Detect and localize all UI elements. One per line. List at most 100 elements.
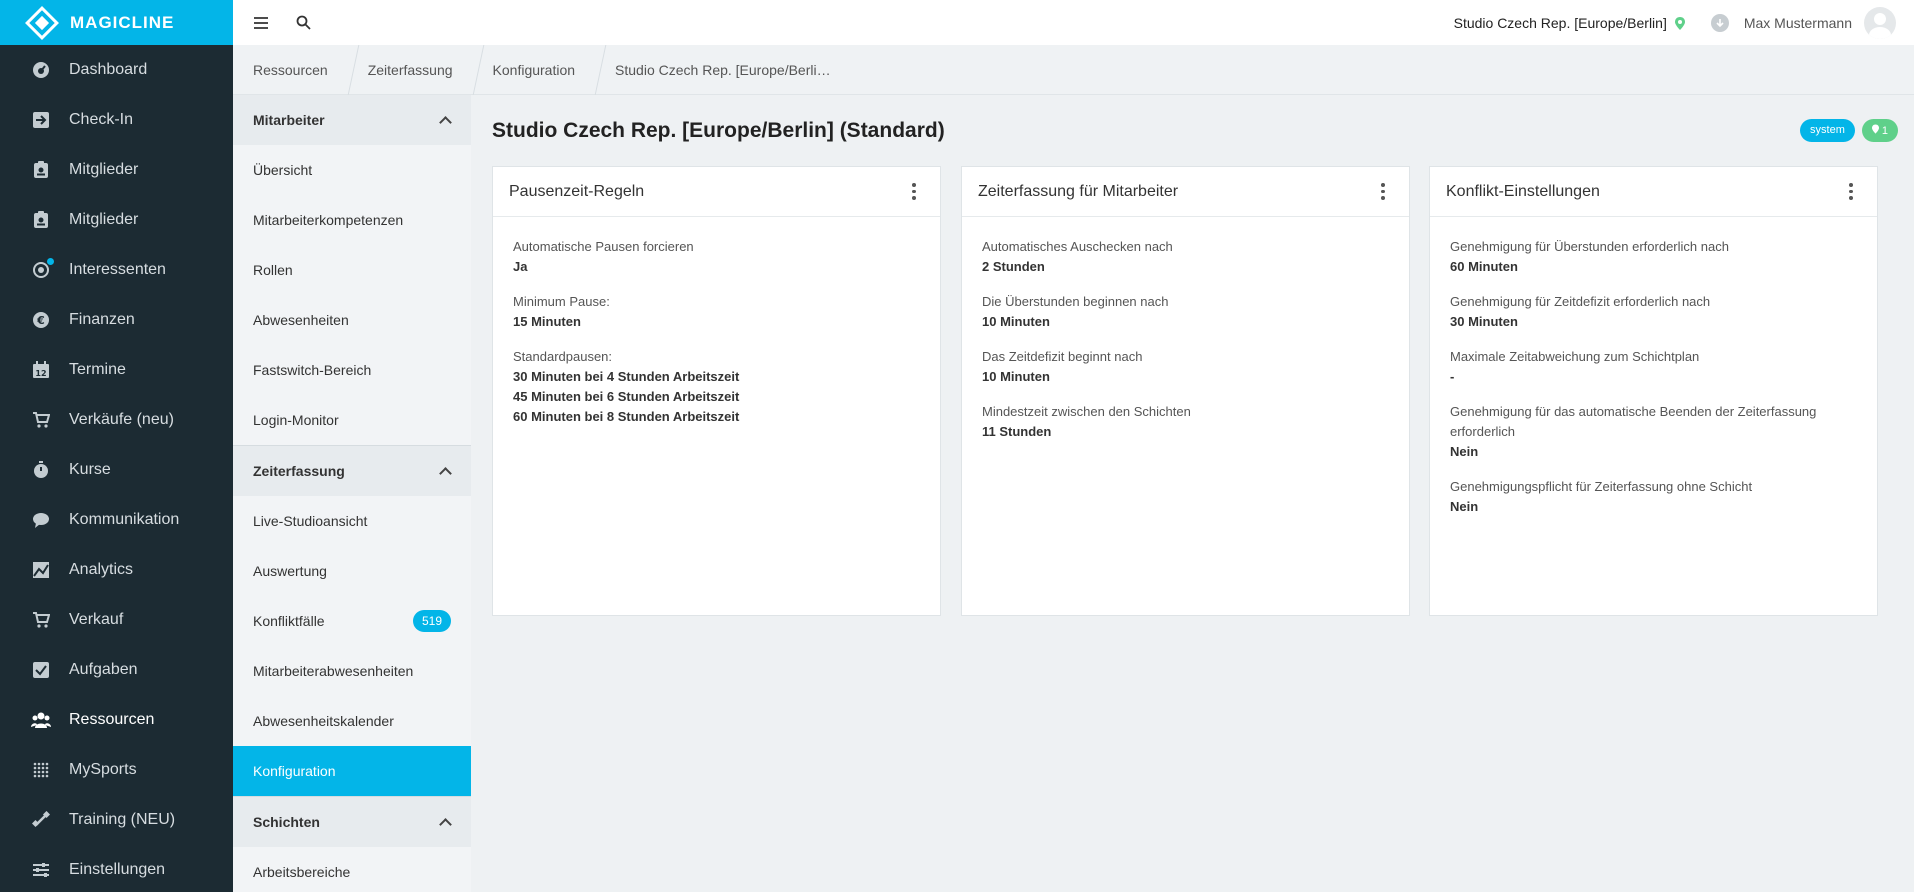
field-value: 15 Minuten [513, 314, 581, 329]
nav-item-mitglieder-2[interactable]: Mitglieder [0, 195, 233, 245]
field-value: 30 Minuten bei 4 Stunden Arbeitszeit [513, 369, 740, 384]
nav-item-kommunikation[interactable]: Kommunikation [0, 495, 233, 545]
breadcrumb-zeiterfassung[interactable]: Zeiterfassung [348, 45, 473, 95]
nav-item-training-neu[interactable]: Training (NEU) [0, 795, 233, 845]
location-pin-icon [1871, 124, 1879, 137]
nav-item-mitglieder[interactable]: Mitglieder [0, 145, 233, 195]
subnav-item-fastswitch-bereich[interactable]: Fastswitch-Bereich [233, 345, 471, 395]
subnav-item-login-monitor[interactable]: Login-Monitor [233, 395, 471, 445]
subnav-item-konfliktfaelle[interactable]: Konfliktfälle 519 [233, 596, 471, 646]
chat-icon [31, 510, 51, 530]
nav-label: Analytics [69, 561, 134, 578]
section-zeiterfassung-header[interactable]: Zeiterfassung [233, 446, 471, 496]
subnav-item-mitarbeiterabwesenheiten[interactable]: Mitarbeiterabwesenheiten [233, 646, 471, 696]
interested-icon [31, 258, 54, 280]
field-label: Maximale Zeitabweichung zum Schichtplan [1450, 349, 1700, 364]
field-label: Genehmigungspflicht für Zeiterfassung oh… [1450, 479, 1753, 494]
card-title: Zeiterfassung für Mitarbeiter [978, 182, 1179, 200]
subnav-label: Abwesenheitskalender [253, 713, 394, 729]
nav-item-finanzen[interactable]: € Finanzen [0, 295, 233, 345]
field-value: 10 Minuten [982, 369, 1050, 384]
field-value: 45 Minuten bei 6 Stunden Arbeitszeit [513, 389, 740, 404]
cart-icon [31, 610, 51, 630]
more-options-icon[interactable] [1841, 182, 1861, 202]
download-icon[interactable] [1710, 13, 1729, 32]
section-title: Zeiterfassung [253, 463, 345, 479]
subnav-item-auswertung[interactable]: Auswertung [233, 546, 471, 596]
nav-item-mysports[interactable]: MySports [0, 745, 233, 795]
nav-label: Training (NEU) [69, 811, 176, 828]
subnav-item-abwesenheitskalender[interactable]: Abwesenheitskalender [233, 696, 471, 746]
dashboard-icon [31, 60, 51, 80]
page-title: Studio Czech Rep. [Europe/Berlin] (Stand… [492, 119, 945, 142]
nav-item-verkaeufe-neu[interactable]: Verkäufe (neu) [0, 395, 233, 445]
nav-item-check-in[interactable]: Check-In [0, 95, 233, 145]
search-icon[interactable] [293, 13, 313, 33]
card-pausenzeit-regeln: Pausenzeit-Regeln Automatische Pausen fo… [492, 166, 941, 616]
cart-icon [31, 410, 51, 430]
nav-label: Ressourcen [69, 711, 155, 728]
more-options-icon[interactable] [1373, 182, 1393, 202]
magicline-logo-icon [25, 5, 59, 40]
field-value: Nein [1450, 444, 1479, 459]
card-konflikt-einstellungen: Konflikt-Einstellungen Genehmigung für Ü… [1429, 166, 1878, 616]
nav-label: Check-In [69, 111, 134, 128]
euro-icon: € [31, 310, 51, 330]
nav-label: MySports [69, 761, 137, 778]
nav-item-aufgaben[interactable]: Aufgaben [0, 645, 233, 695]
nav-label: Kommunikation [69, 511, 180, 528]
subnav-item-uebersicht[interactable]: Übersicht [233, 145, 471, 195]
nav-label: Termine [69, 361, 126, 378]
chevron-up-icon [439, 114, 451, 126]
nav-item-dashboard[interactable]: Dashboard [0, 45, 233, 95]
subnav-item-abwesenheiten[interactable]: Abwesenheiten [233, 295, 471, 345]
subnav-item-arbeitsbereiche[interactable]: Arbeitsbereiche [233, 847, 471, 892]
subnav-item-live-studioansicht[interactable]: Live-Studioansicht [233, 496, 471, 546]
subnav-label: Arbeitsbereiche [253, 864, 351, 880]
field-value: Ja [513, 259, 528, 274]
breadcrumb-ressourcen[interactable]: Ressourcen [233, 45, 348, 95]
nav-label: Kurse [69, 461, 111, 478]
menu-icon[interactable] [251, 13, 271, 33]
timer-icon [31, 460, 51, 480]
subnav-item-konfiguration[interactable]: Konfiguration [233, 746, 471, 796]
field-label: Genehmigung für Zeitdefizit erforderlich… [1450, 294, 1711, 309]
nav-item-einstellungen[interactable]: Einstellungen [0, 845, 233, 892]
subnav-label: Konfiguration [253, 763, 336, 779]
section-mitarbeiter-header[interactable]: Mitarbeiter [233, 95, 471, 145]
studio-selector[interactable]: Studio Czech Rep. [Europe/Berlin] [1454, 15, 1667, 31]
nav-item-kurse[interactable]: Kurse [0, 445, 233, 495]
conflict-count-badge: 519 [412, 610, 451, 632]
avatar[interactable] [1864, 6, 1896, 39]
nav-item-interessenten[interactable]: Interessenten [0, 245, 233, 295]
card-title: Pausenzeit-Regeln [509, 182, 645, 200]
nav-label: Dashboard [69, 61, 148, 78]
section-schichten-header[interactable]: Schichten [233, 797, 471, 847]
breadcrumb-konfiguration[interactable]: Konfiguration [473, 45, 596, 95]
nav-item-termine[interactable]: 12 Termine [0, 345, 233, 395]
subnav-label: Abwesenheiten [253, 312, 349, 328]
nav-item-analytics[interactable]: Analytics [0, 545, 233, 595]
subnav-label: Login-Monitor [253, 412, 339, 428]
field-value: Nein [1450, 499, 1479, 514]
subnav-label: Übersicht [253, 162, 313, 178]
field-value: 2 Stunden [982, 259, 1045, 274]
people-icon [31, 710, 51, 730]
check-in-icon [31, 110, 51, 130]
brand[interactable]: MAGICLINE [0, 0, 233, 45]
breadcrumb: Ressourcen Zeiterfassung Konfiguration S… [233, 45, 1914, 95]
more-options-icon[interactable] [904, 182, 924, 202]
dumbbell-icon [31, 810, 51, 830]
nav-label: Aufgaben [69, 661, 138, 678]
subnav-label: Auswertung [253, 563, 327, 579]
nav-item-ressourcen[interactable]: Ressourcen [0, 695, 233, 745]
user-name[interactable]: Max Mustermann [1744, 15, 1852, 31]
field-value: 60 Minuten bei 8 Stunden Arbeitszeit [513, 409, 740, 424]
breadcrumb-current: Studio Czech Rep. [Europe/Berli… [615, 61, 831, 78]
nav-item-verkauf[interactable]: Verkauf [0, 595, 233, 645]
subnav-item-mitarbeiterkompetenzen[interactable]: Mitarbeiterkompetenzen [233, 195, 471, 245]
location-count-badge: 1 [1861, 119, 1898, 142]
field-label: Genehmigung für Überstunden erforderlich… [1450, 239, 1729, 254]
subnav-item-rollen[interactable]: Rollen [233, 245, 471, 295]
location-pin-icon [1674, 16, 1685, 30]
